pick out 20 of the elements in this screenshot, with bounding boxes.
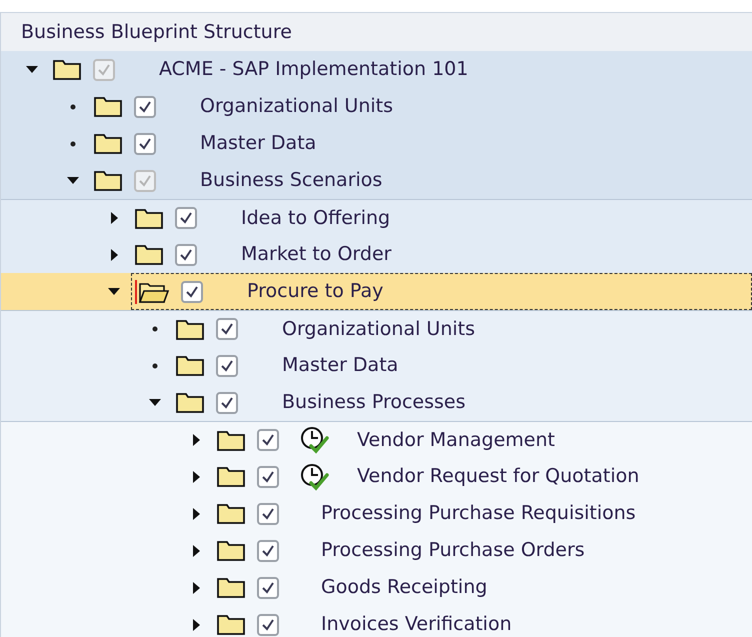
folder-icon (53, 58, 81, 81)
panel-title: Business Blueprint Structure (21, 20, 292, 45)
folder-icon (94, 95, 122, 118)
folder-icon (217, 465, 245, 488)
folder-icon (94, 132, 122, 155)
leaf-dot-icon (152, 362, 158, 368)
folder-icon (135, 243, 163, 266)
folder-icon (217, 539, 245, 562)
folder-icon (176, 391, 204, 414)
folder-icon (176, 318, 204, 340)
leaf-dot-icon (70, 104, 76, 110)
folder-icon (217, 576, 245, 599)
folder-icon (176, 354, 204, 377)
folder-icon (217, 613, 245, 636)
folder-icon (217, 428, 245, 452)
folder-icon (94, 169, 122, 192)
leaf-dot-icon (152, 326, 158, 332)
folder-icon (135, 206, 163, 230)
folder-icon (217, 502, 245, 525)
leaf-dot-icon (70, 140, 76, 146)
